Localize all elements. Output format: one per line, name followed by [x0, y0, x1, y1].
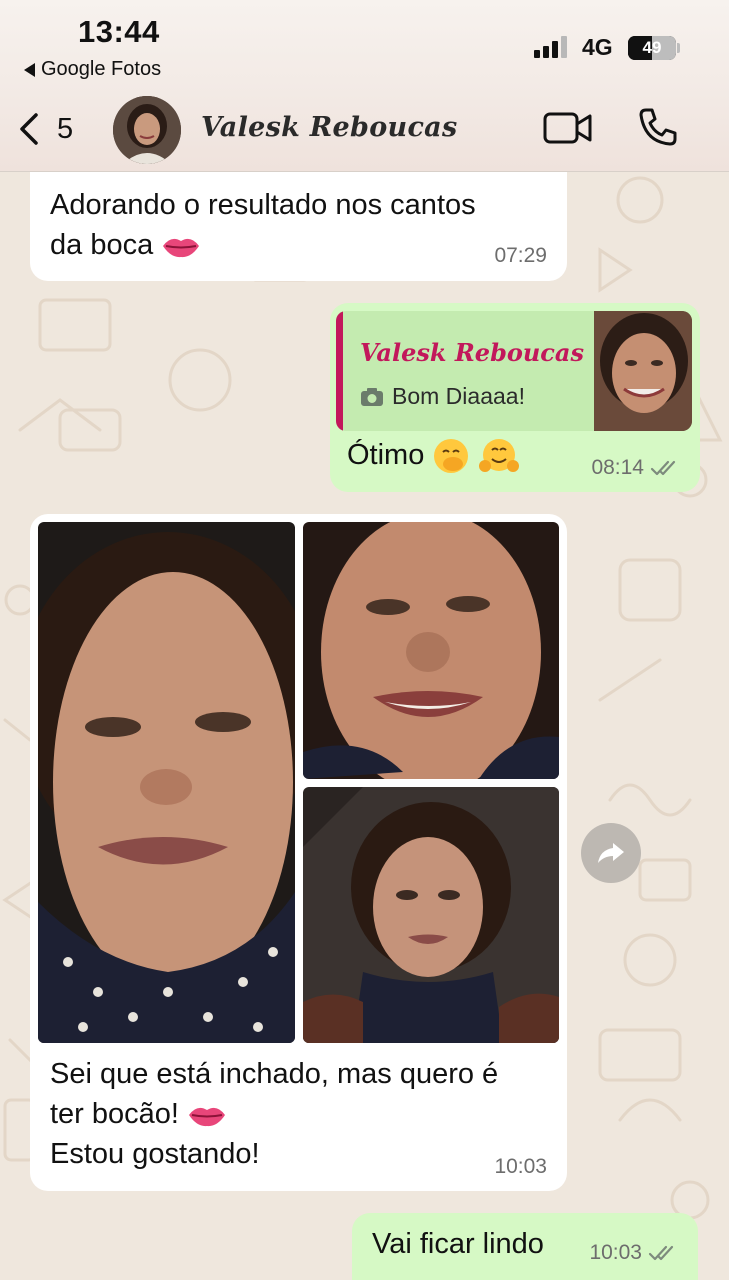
message-text: Adorando o resultado nos cantos da boca: [50, 189, 476, 261]
message-meta: 08:14: [591, 456, 682, 480]
chat-header: 13:44 Google Fotos 4G 49 5 Valesk Rebouc…: [0, 0, 729, 172]
outgoing-message[interactable]: Valesk Reboucas Bom Diaaaa! Ótimo 08:14: [330, 303, 700, 492]
incoming-message[interactable]: Adorando o resultado nos cantos da boca …: [30, 160, 567, 281]
message-text: Ótimo: [347, 435, 520, 475]
message-text: Sei que está inchado, mas quero é ter bo…: [50, 1058, 499, 1170]
quote-text: Bom Diaaaa!: [392, 383, 525, 409]
photo-3[interactable]: [303, 787, 559, 1043]
video-call-icon[interactable]: [543, 110, 593, 146]
back-app-label: Google Fotos: [41, 58, 162, 80]
phone-call-icon[interactable]: [637, 106, 679, 148]
contact-name[interactable]: Valesk Reboucas: [201, 112, 457, 143]
message-time: 10:03: [494, 1155, 547, 1178]
status-time: 13:44: [78, 14, 160, 49]
back-chevron-icon[interactable]: [14, 112, 44, 146]
quote-preview: Bom Diaaaa!: [360, 383, 525, 410]
back-to-app-link[interactable]: Google Fotos: [24, 58, 161, 81]
message-time: 08:14: [591, 456, 644, 479]
quote-thumbnail: [594, 311, 692, 431]
quoted-message[interactable]: Valesk Reboucas Bom Diaaaa!: [336, 311, 692, 431]
battery-level: 49: [642, 38, 662, 57]
battery-icon: 49: [628, 36, 676, 60]
read-receipt-icon: [648, 1245, 674, 1261]
contact-avatar[interactable]: [113, 96, 181, 164]
battery-cap: [677, 43, 680, 53]
status-bar: 13:44 Google Fotos 4G 49: [0, 0, 729, 90]
message-text: Vai ficar lindo: [372, 1228, 544, 1260]
outgoing-message[interactable]: Vai ficar lindo 10:03: [352, 1213, 698, 1280]
read-receipt-icon: [650, 460, 676, 476]
photo-2[interactable]: [303, 522, 559, 779]
photo-1[interactable]: [38, 522, 295, 1043]
signal-strength-icon: [534, 36, 567, 58]
message-time: 10:03: [589, 1241, 642, 1264]
message-meta: 07:29: [494, 244, 547, 268]
quote-accent-bar: [336, 311, 343, 431]
message-time: 07:29: [494, 244, 547, 267]
lips-emoji-icon: [163, 239, 200, 258]
forward-button[interactable]: [581, 823, 641, 883]
message-meta: 10:03: [589, 1241, 680, 1265]
incoming-photo-message[interactable]: Sei que está inchado, mas quero é ter bo…: [30, 514, 567, 1191]
message-meta: 10:03: [494, 1155, 547, 1179]
camera-icon: [361, 387, 383, 406]
face-with-hand-over-mouth-emoji-icon: [434, 439, 469, 474]
unread-count[interactable]: 5: [57, 113, 73, 146]
lips-emoji-icon: [189, 1108, 226, 1127]
back-triangle-icon: [24, 62, 35, 77]
network-type: 4G: [582, 34, 613, 60]
quote-author: Valesk Reboucas: [360, 338, 584, 367]
forward-arrow-icon: [598, 843, 624, 863]
hugging-face-emoji-icon: [479, 439, 520, 473]
